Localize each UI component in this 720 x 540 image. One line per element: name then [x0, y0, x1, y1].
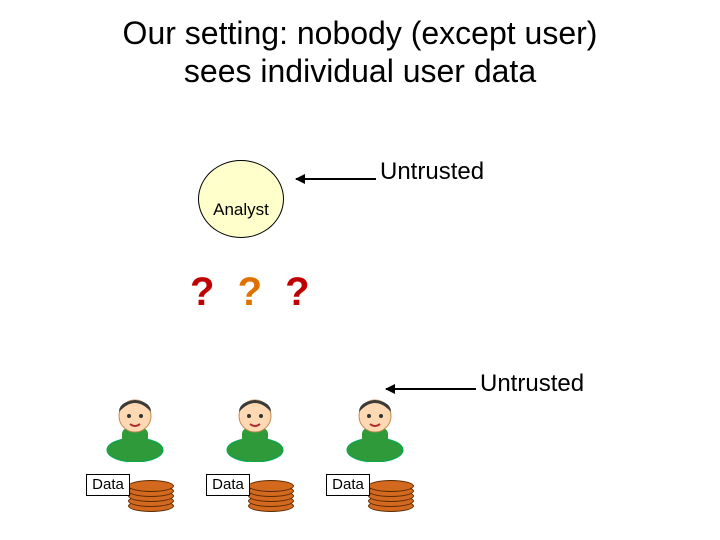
question-mark-3: ?: [285, 270, 315, 314]
slide-title: Our setting: nobody (except user) sees i…: [0, 14, 720, 91]
analyst-circle-icon: [198, 160, 284, 238]
title-line-2: sees individual user data: [0, 52, 720, 90]
title-line-1: Our setting: nobody (except user): [123, 15, 598, 51]
user-figure-3: Data: [320, 400, 430, 467]
database-icon: [128, 480, 174, 510]
analyst-node: Analyst: [196, 160, 286, 238]
data-label-box: Data: [206, 474, 250, 496]
question-mark-1: ?: [190, 270, 220, 314]
analyst-label: Analyst: [213, 200, 269, 220]
arrow-to-analyst-icon: [296, 178, 376, 180]
data-label-box: Data: [86, 474, 130, 496]
user-figure-2: Data: [200, 400, 310, 467]
database-icon: [248, 480, 294, 510]
untrusted-label-users: Untrusted: [480, 370, 584, 398]
database-icon: [368, 480, 414, 510]
person-icon: [220, 392, 290, 462]
data-label-box: Data: [326, 474, 370, 496]
person-icon: [340, 392, 410, 462]
question-mark-2: ?: [238, 270, 268, 314]
question-marks: ? ? ?: [190, 270, 316, 315]
user-figure-1: Data: [80, 400, 190, 467]
arrow-to-users-icon: [386, 388, 476, 390]
person-icon: [100, 392, 170, 462]
untrusted-label-analyst: Untrusted: [380, 158, 484, 186]
